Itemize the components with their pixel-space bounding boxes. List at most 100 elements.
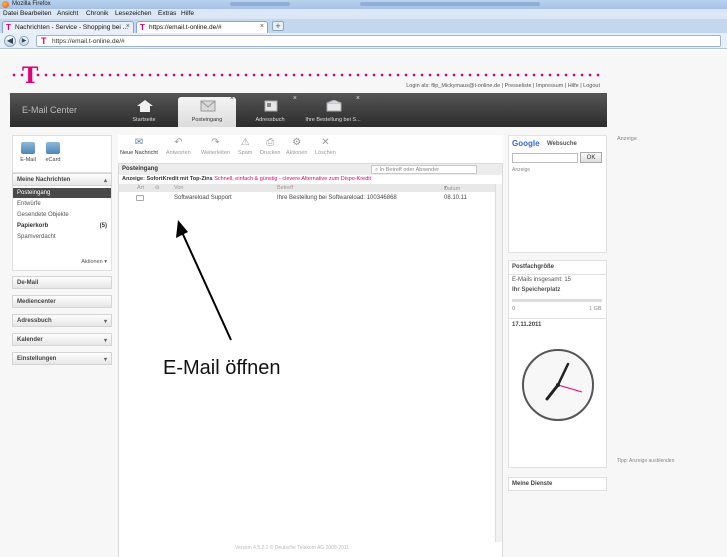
column-von[interactable]: Von bbox=[174, 185, 183, 191]
print-button[interactable]: ⎙ Drucken bbox=[260, 137, 280, 156]
forward-button[interactable]: ▶ bbox=[19, 36, 29, 46]
folder-posteingang[interactable]: Posteingang bbox=[13, 188, 111, 198]
version-footer: Version 4.5.2.1 © Deutsche Telekom AG 20… bbox=[235, 545, 350, 551]
section-label: Meine Nachrichten bbox=[17, 177, 71, 183]
tab-strip: T Nachrichten - Service - Shopping bei .… bbox=[0, 19, 727, 33]
menu-ansicht[interactable]: Ansicht bbox=[57, 10, 78, 17]
menu-lesezeichen[interactable]: Lesezeichen bbox=[115, 10, 152, 17]
sponsored-banner[interactable]: Anzeige: SofortKredit mit Top-Zins Schne… bbox=[119, 175, 502, 184]
menu-bearbeiten[interactable]: Bearbeiten bbox=[20, 10, 51, 17]
actions-button[interactable]: ⚙ Aktionen bbox=[286, 137, 307, 156]
attachment-column-icon[interactable]: ⊘ bbox=[155, 185, 160, 191]
column-art[interactable]: Art bbox=[137, 185, 144, 191]
new-tab-button[interactable]: + bbox=[272, 21, 284, 31]
mail-search-input[interactable]: ⌕ In Betreff oder Absender bbox=[371, 165, 477, 174]
chevron-down-icon[interactable]: ▾ bbox=[104, 356, 107, 363]
meine-dienste-widget[interactable]: Meine Dienste bbox=[508, 477, 607, 491]
collapse-icon[interactable]: ▴ bbox=[104, 177, 107, 184]
storage-max: 1 GB bbox=[589, 306, 602, 312]
menu-datei[interactable]: Datei bbox=[3, 10, 18, 17]
folder-actions-menu[interactable]: Aktionen ▾ bbox=[81, 259, 107, 265]
telekom-icon: T bbox=[41, 36, 47, 46]
app-email[interactable]: E-Mail bbox=[18, 142, 38, 163]
folder-spamverdacht[interactable]: Spamverdacht bbox=[13, 232, 111, 242]
storage-min: 0 bbox=[512, 306, 516, 312]
close-icon[interactable]: × bbox=[356, 95, 360, 102]
clock-widget: 17.11.2011 bbox=[508, 318, 607, 468]
ad-link[interactable]: Schnell, einfach & günstig - clevere Alt… bbox=[214, 176, 371, 182]
forward-icon: ↷ bbox=[211, 137, 220, 148]
vertical-scrollbar[interactable] bbox=[495, 184, 502, 542]
forward-mail-button[interactable]: ↷ Weiterleiten bbox=[201, 137, 230, 156]
folder-papierkorb[interactable]: Papierkorb (5) bbox=[13, 221, 111, 231]
widget-title: Meine Dienste bbox=[512, 481, 553, 487]
section-label: Einstellungen bbox=[17, 356, 57, 362]
delete-button[interactable]: ✕ Löschen bbox=[315, 137, 336, 156]
firefox-icon bbox=[2, 1, 9, 8]
mail-pane-title: Posteingang bbox=[122, 166, 159, 172]
ecard-app-icon bbox=[46, 142, 60, 154]
reply-button[interactable]: ↶ Antworten bbox=[166, 137, 191, 156]
folder-label: Papierkorb bbox=[17, 223, 49, 229]
url-text: https://email.t-online.de/# bbox=[52, 38, 125, 45]
delete-icon: ✕ bbox=[321, 137, 330, 148]
mail-count: E-Mails insgesamt: 15 bbox=[512, 277, 572, 283]
button-label: Aktionen bbox=[286, 150, 308, 156]
tab-label: Nachrichten - Service - Shopping bei ... bbox=[15, 24, 129, 31]
login-line[interactable]: Login als: flip_Mickymaus@t-online.de | … bbox=[406, 83, 600, 89]
section-kalender[interactable]: Kalender ▾ bbox=[12, 333, 112, 346]
folder-label: Entwürfe bbox=[17, 201, 41, 207]
menu-chronik[interactable]: Chronik bbox=[86, 10, 108, 17]
envelope-icon bbox=[136, 195, 144, 201]
browser-tab-nachrichten[interactable]: T Nachrichten - Service - Shopping bei .… bbox=[2, 21, 134, 33]
close-icon[interactable]: × bbox=[260, 23, 264, 30]
app-title: E-Mail Center bbox=[22, 105, 78, 115]
section-einstellungen[interactable]: Einstellungen ▾ bbox=[12, 352, 112, 365]
hide-ad-tip[interactable]: Tipp: Anzeige ausblenden bbox=[617, 458, 674, 464]
url-bar[interactable]: T https://email.t-online.de/# bbox=[36, 35, 721, 47]
close-icon[interactable]: × bbox=[293, 95, 297, 102]
browser-tab-email[interactable]: T https://email.t-online.de/# × bbox=[136, 21, 268, 33]
section-mediencenter[interactable]: Mediencenter bbox=[12, 295, 112, 308]
menu-hilfe[interactable]: Hilfe bbox=[181, 10, 194, 17]
google-search-box: Google Websuche OK Anzeige bbox=[508, 135, 607, 253]
new-message-button[interactable]: ✉ Neue Nachricht bbox=[120, 137, 158, 156]
spam-button[interactable]: ⚠ Spam bbox=[238, 137, 252, 156]
reply-icon: ↶ bbox=[174, 137, 183, 148]
google-ok-button[interactable]: OK bbox=[580, 152, 602, 163]
tab-startseite[interactable]: Startseite bbox=[115, 97, 173, 127]
ad-title: Anzeige: SofortKredit mit Top-Zins bbox=[122, 176, 213, 182]
tab-posteingang[interactable]: Posteingang × bbox=[178, 95, 236, 127]
google-search-input[interactable] bbox=[512, 153, 578, 163]
column-datum[interactable]: Datum ▾ bbox=[444, 185, 460, 192]
app-label: eCard bbox=[45, 157, 61, 163]
section-label: De-Mail bbox=[17, 280, 39, 286]
tab-label: https://email.t-online.de/# bbox=[149, 24, 222, 31]
tab-adressbuch[interactable]: Adressbuch × bbox=[241, 95, 299, 127]
section-adressbuch[interactable]: Adressbuch ▾ bbox=[12, 314, 112, 327]
close-icon[interactable]: × bbox=[230, 95, 234, 102]
close-icon[interactable]: × bbox=[126, 23, 130, 30]
column-betreff[interactable]: Betreff bbox=[277, 185, 293, 191]
page: T Login als: flip_Mickymaus@t-online.de … bbox=[0, 50, 727, 557]
search-placeholder: In Betreff oder Absender bbox=[379, 167, 440, 173]
app-ecard[interactable]: eCard bbox=[43, 142, 63, 163]
mail-date: 08.10.11 bbox=[444, 195, 467, 201]
google-logo-text: Google bbox=[512, 139, 540, 148]
section-meine-nachrichten[interactable]: Meine Nachrichten ▴ bbox=[12, 173, 112, 186]
folder-gesendete[interactable]: Gesendete Objekte bbox=[13, 210, 111, 220]
blurred-region bbox=[230, 2, 290, 6]
mail-toolbar: ✉ Neue Nachricht ↶ Antworten ↷ Weiterleiten… bbox=[118, 135, 503, 163]
menu-extras[interactable]: Extras bbox=[158, 10, 176, 17]
window-titlebar: Mozilla Firefox bbox=[0, 0, 727, 9]
chevron-down-icon[interactable]: ▾ bbox=[104, 318, 107, 325]
mail-row[interactable]: Softwareload Support Ihre Bestellung bei… bbox=[119, 193, 494, 204]
tab-label: Posteingang bbox=[191, 117, 223, 123]
section-de-mail[interactable]: De-Mail bbox=[12, 276, 112, 289]
folder-entwuerfe[interactable]: Entwürfe bbox=[13, 199, 111, 209]
back-button[interactable]: ◀ bbox=[4, 35, 16, 47]
mail-pane-header: Posteingang ⌕ In Betreff oder Absender bbox=[119, 164, 502, 175]
tab-bestellung[interactable]: Ihre Bestellung bei S... × bbox=[304, 95, 362, 127]
chevron-down-icon[interactable]: ▾ bbox=[104, 337, 107, 344]
app-label: E-Mail bbox=[20, 157, 36, 163]
